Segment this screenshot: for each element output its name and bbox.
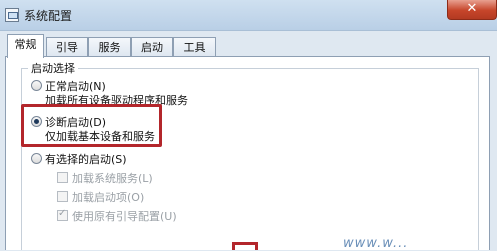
- tab-tools[interactable]: 工具: [173, 37, 216, 57]
- close-button[interactable]: ✕: [447, 0, 497, 20]
- load-startup-items-checkbox[interactable]: [57, 191, 68, 202]
- window-title: 系统配置: [24, 9, 73, 23]
- selective-startup-radio[interactable]: [31, 153, 42, 164]
- load-system-services-label: 加载系统服务(L): [72, 172, 153, 185]
- watermark: www.w...: [343, 236, 409, 251]
- use-original-boot-config-label: 使用原有引导配置(U): [72, 210, 177, 223]
- use-original-boot-config-checkbox[interactable]: [57, 208, 68, 221]
- group-title: 启动选择: [28, 60, 78, 76]
- tab-general[interactable]: 常规: [7, 34, 44, 58]
- title-bar: 系统配置 ✕: [0, 0, 497, 31]
- tab-boot[interactable]: 引导: [46, 37, 88, 57]
- highlight-box: [21, 104, 162, 147]
- normal-startup-radio[interactable]: [31, 80, 42, 91]
- tab-startup[interactable]: 启动: [131, 37, 173, 57]
- load-startup-items-label: 加载启动项(O): [72, 191, 145, 204]
- selective-startup-label[interactable]: 有选择的启动(S): [45, 151, 127, 167]
- highlight-box-bottom: [232, 242, 258, 250]
- system-config-icon: [5, 8, 19, 22]
- tab-services[interactable]: 服务: [88, 37, 131, 57]
- load-system-services-checkbox[interactable]: [57, 172, 68, 183]
